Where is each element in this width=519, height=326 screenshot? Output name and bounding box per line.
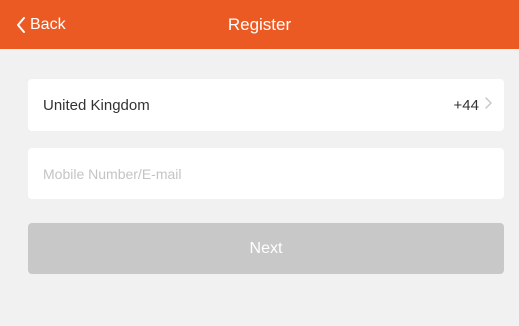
account-field-container: [28, 148, 504, 199]
back-button[interactable]: Back: [16, 0, 66, 49]
chevron-right-icon: [485, 96, 492, 114]
country-name: United Kingdom: [43, 96, 150, 114]
back-label: Back: [30, 15, 66, 33]
page-title: Register: [227, 15, 292, 34]
country-code: +44: [453, 96, 479, 114]
account-input[interactable]: [28, 148, 504, 199]
chevron-left-icon: [16, 16, 30, 33]
next-button[interactable]: Next: [28, 223, 504, 274]
nav-bar: Back Register: [0, 0, 519, 49]
country-code-group: +44: [454, 96, 492, 114]
country-selector[interactable]: United Kingdom +44: [28, 79, 504, 131]
